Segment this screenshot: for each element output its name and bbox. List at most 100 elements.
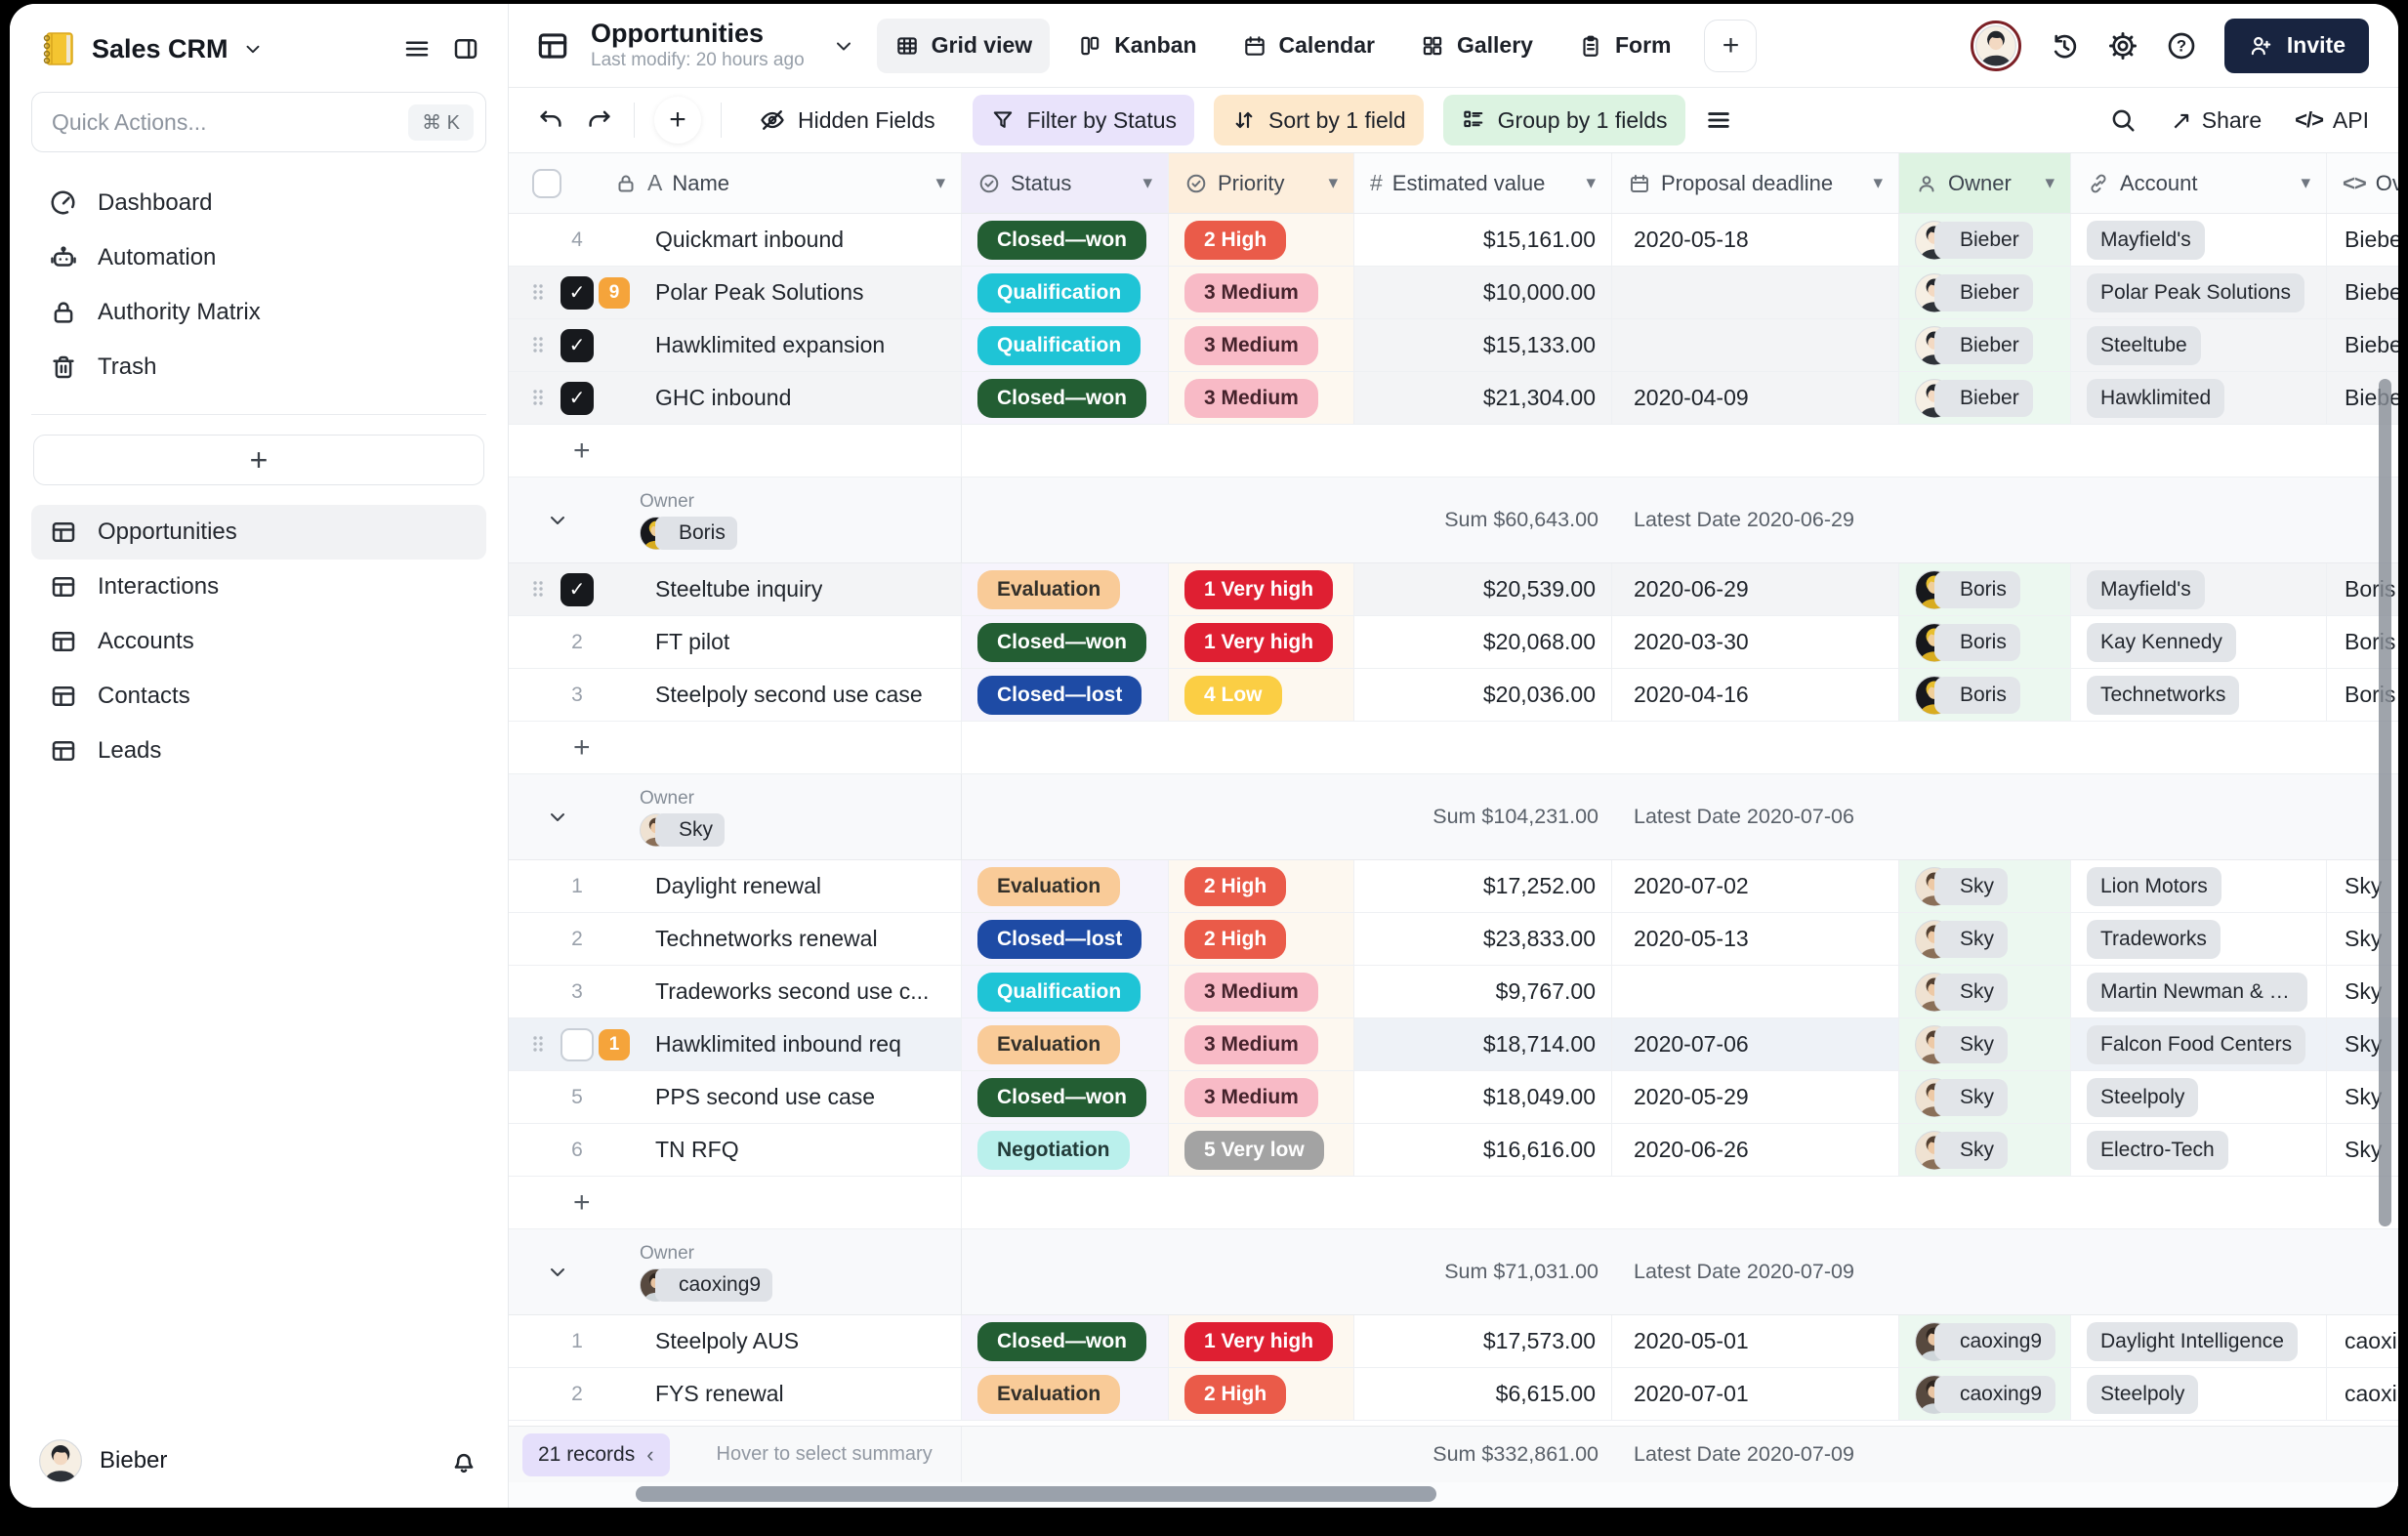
sidebar-item-dashboard[interactable]: Dashboard [31, 176, 486, 230]
account-cell[interactable]: Steelpoly [2071, 1368, 2327, 1421]
owner-cell[interactable]: Sky [1899, 1018, 2071, 1071]
estimated-value-cell[interactable]: $9,767.00 [1354, 966, 1612, 1018]
avatar[interactable] [39, 1439, 82, 1482]
sidebar-item-automation[interactable]: Automation [31, 230, 486, 285]
column-header-priority[interactable]: Priority ▾ [1169, 153, 1354, 213]
column-header-account[interactable]: Account ▾ [2071, 153, 2327, 213]
owner-cell[interactable]: Sky [1899, 966, 2071, 1018]
owner-cell[interactable]: caoxing9 [1899, 1315, 2071, 1368]
tab-form[interactable]: Form [1560, 19, 1689, 73]
estimated-value-cell[interactable]: $23,833.00 [1354, 913, 1612, 966]
owner-cell[interactable]: Sky [1899, 913, 2071, 966]
priority-cell[interactable]: 2 High [1169, 1368, 1354, 1421]
sidebar-item-opportunities[interactable]: Opportunities [31, 505, 486, 560]
column-header-owner[interactable]: Owner ▾ [1899, 153, 2071, 213]
drag-handle[interactable] [530, 387, 556, 410]
estimated-value-cell[interactable]: $15,133.00 [1354, 319, 1612, 372]
name-cell[interactable]: 1Steelpoly AUS [509, 1315, 962, 1368]
group-sum[interactable]: Sum $71,031.00 [1354, 1229, 1612, 1314]
drag-handle[interactable] [530, 334, 556, 357]
status-cell[interactable]: Closed—lost [962, 669, 1169, 722]
record-count-pill[interactable]: 21 records ‹ [522, 1433, 670, 1476]
owner-cell[interactable]: Bieber [1899, 267, 2071, 319]
name-cell[interactable]: 5PPS second use case [509, 1071, 962, 1124]
priority-cell[interactable]: 4 Low [1169, 669, 1354, 722]
chevron-down-icon[interactable]: ▾ [935, 172, 945, 194]
ov-cell[interactable]: Bieber [2327, 214, 2398, 267]
group-sum[interactable]: Sum $60,643.00 [1354, 477, 1612, 562]
table-row[interactable]: 1Hawklimited inbound req Evaluation 3 Me… [509, 1018, 2398, 1071]
workspace-name[interactable]: Sales CRM [92, 34, 228, 64]
menu-icon[interactable] [402, 34, 432, 63]
status-cell[interactable]: Evaluation [962, 563, 1169, 616]
proposal-deadline-cell[interactable] [1612, 966, 1899, 1018]
group-button[interactable]: Group by 1 fields [1443, 95, 1685, 145]
owner-cell[interactable]: Sky [1899, 1071, 2071, 1124]
row-checkbox[interactable]: ✓ [560, 382, 594, 415]
tab-kanban[interactable]: Kanban [1059, 19, 1214, 73]
workspace-logo-icon[interactable] [37, 29, 78, 68]
proposal-deadline-cell[interactable]: 2020-04-16 [1612, 669, 1899, 722]
priority-cell[interactable]: 3 Medium [1169, 267, 1354, 319]
table-row[interactable]: ✓Hawklimited expansion Qualification 3 M… [509, 319, 2398, 372]
gear-icon[interactable] [2107, 30, 2138, 62]
priority-cell[interactable]: 1 Very high [1169, 1315, 1354, 1368]
account-cell[interactable]: Steeltube [2071, 319, 2327, 372]
estimated-value-cell[interactable]: $15,161.00 [1354, 214, 1612, 267]
proposal-deadline-cell[interactable]: 2020-06-29 [1612, 563, 1899, 616]
priority-cell[interactable]: 5 Very low [1169, 1124, 1354, 1177]
bell-icon[interactable] [449, 1446, 478, 1475]
group-latest-date[interactable]: Latest Date 2020-07-06 [1612, 774, 1899, 859]
name-cell[interactable]: ✓9Polar Peak Solutions [509, 267, 962, 319]
account-cell[interactable]: Falcon Food Centers [2071, 1018, 2327, 1071]
total-sum[interactable]: Sum $332,861.00 [1354, 1442, 1612, 1467]
priority-cell[interactable]: 3 Medium [1169, 319, 1354, 372]
table-row[interactable]: 3Steelpoly second use case Closed—lost 4… [509, 669, 2398, 722]
collapse-group-icon[interactable] [546, 509, 569, 532]
table-row[interactable]: ✓9Polar Peak Solutions Qualification 3 M… [509, 267, 2398, 319]
group-owner-chip[interactable]: caoxing9 [640, 1268, 772, 1302]
account-cell[interactable]: Kay Kennedy [2071, 616, 2327, 669]
ov-cell[interactable]: Bieber [2327, 267, 2398, 319]
table-row[interactable]: ✓Steeltube inquiry Evaluation 1 Very hig… [509, 563, 2398, 616]
account-cell[interactable]: Steelpoly [2071, 1071, 2327, 1124]
priority-cell[interactable]: 2 High [1169, 214, 1354, 267]
estimated-value-cell[interactable]: $17,252.00 [1354, 860, 1612, 913]
sidebar-item-trash[interactable]: Trash [31, 340, 486, 394]
history-icon[interactable] [2049, 30, 2080, 62]
priority-cell[interactable]: 1 Very high [1169, 616, 1354, 669]
table-row[interactable]: 2FT pilot Closed—won 1 Very high $20,068… [509, 616, 2398, 669]
chevron-down-icon[interactable]: ▾ [2045, 172, 2055, 194]
name-cell[interactable]: 1Hawklimited inbound req [509, 1018, 962, 1071]
status-cell[interactable]: Closed—won [962, 1315, 1169, 1368]
name-cell[interactable]: ✓Steeltube inquiry [509, 563, 962, 616]
add-row-button[interactable]: + [509, 722, 962, 774]
row-checkbox[interactable]: ✓ [560, 329, 594, 362]
priority-cell[interactable]: 3 Medium [1169, 372, 1354, 425]
proposal-deadline-cell[interactable]: 2020-07-01 [1612, 1368, 1899, 1421]
status-cell[interactable]: Closed—lost [962, 913, 1169, 966]
help-icon[interactable]: ? [2166, 30, 2197, 62]
estimated-value-cell[interactable]: $18,714.00 [1354, 1018, 1612, 1071]
name-cell[interactable]: 2Technetworks renewal [509, 913, 962, 966]
collapse-group-icon[interactable] [546, 1261, 569, 1284]
tab-calendar[interactable]: Calendar [1225, 19, 1392, 73]
group-sum[interactable]: Sum $104,231.00 [1354, 774, 1612, 859]
proposal-deadline-cell[interactable]: 2020-05-01 [1612, 1315, 1899, 1368]
total-latest-date[interactable]: Latest Date 2020-07-09 [1612, 1442, 1899, 1467]
table-row[interactable]: 2Technetworks renewal Closed—lost 2 High… [509, 913, 2398, 966]
proposal-deadline-cell[interactable]: 2020-05-29 [1612, 1071, 1899, 1124]
sort-button[interactable]: Sort by 1 field [1214, 95, 1424, 145]
table-row[interactable]: 5PPS second use case Closed—won 3 Medium… [509, 1071, 2398, 1124]
sidebar-item-accounts[interactable]: Accounts [31, 614, 486, 669]
ov-cell[interactable]: caoxing9 [2327, 1315, 2398, 1368]
ov-cell[interactable]: caoxing9 [2327, 1368, 2398, 1421]
active-collaborator-avatar[interactable] [1971, 21, 2021, 71]
account-cell[interactable]: Tradeworks [2071, 913, 2327, 966]
table-row[interactable]: 4Quickmart inbound Closed—won 2 High $15… [509, 214, 2398, 267]
table-row[interactable]: 2FYS renewal Evaluation 2 High $6,615.00… [509, 1368, 2398, 1421]
chevron-down-icon[interactable]: ▾ [1586, 172, 1596, 194]
status-cell[interactable]: Closed—won [962, 214, 1169, 267]
column-header-estimated-value[interactable]: # Estimated value ▾ [1354, 153, 1612, 213]
comment-count-badge[interactable]: 9 [599, 277, 630, 309]
